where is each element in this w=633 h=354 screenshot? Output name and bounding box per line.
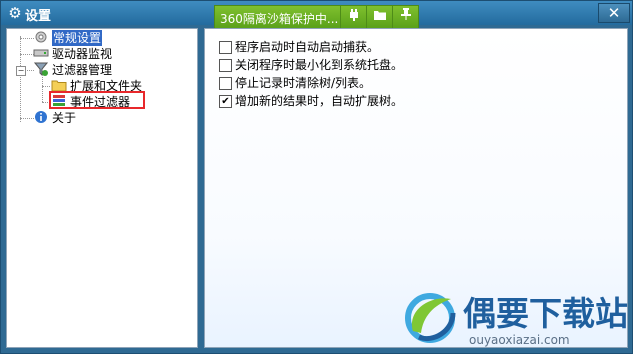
checkbox[interactable]: ✔ — [219, 95, 232, 108]
collapse-toggle[interactable]: − — [16, 66, 26, 76]
option-auto-capture-label: 程序启动时自动启动捕获。 — [235, 40, 380, 54]
checkbox[interactable] — [219, 41, 232, 54]
option-minimize-tray-label: 关闭程序时最小化到系统托盘。 — [235, 58, 404, 72]
option-auto-expand-label: 增加新的结果时，自动扩展树。 — [235, 94, 404, 108]
tree-item-about[interactable]: 关于 — [33, 110, 173, 126]
gear-icon — [33, 30, 49, 46]
tree-item-filter-manager-label: 过滤器管理 — [52, 63, 113, 77]
info-icon — [33, 110, 49, 126]
option-auto-expand[interactable]: ✔ 增加新的结果时，自动扩展树。 — [219, 93, 519, 109]
checkbox[interactable] — [219, 77, 232, 90]
drive-icon — [33, 46, 49, 62]
brand-logo-icon — [405, 293, 456, 343]
brand-url: ouyaoxiazai.com — [469, 333, 570, 347]
tree-item-drive-monitor[interactable]: 驱动器监视 — [33, 46, 173, 62]
pin-icon[interactable] — [392, 6, 419, 28]
folder-icon[interactable] — [366, 6, 393, 28]
tree-item-drive-monitor-label: 驱动器监视 — [52, 47, 113, 61]
tree-connector — [20, 36, 21, 122]
filter-icon — [33, 62, 49, 78]
tree-connector — [20, 54, 34, 55]
close-button[interactable]: ✕ — [598, 3, 630, 23]
option-clear-on-stop-label: 停止记录时清除树/列表。 — [235, 76, 372, 90]
sandbox-status-label: 360隔离沙箱保护中... — [220, 12, 339, 26]
tree-item-general-label: 常规设置 — [52, 30, 103, 46]
tree-item-filter-manager[interactable]: 过滤器管理 — [33, 62, 173, 78]
tree-connector — [20, 38, 34, 39]
sandbox-banner: 360隔离沙箱保护中... — [214, 5, 419, 29]
checkbox[interactable] — [219, 59, 232, 72]
option-clear-on-stop[interactable]: 停止记录时清除树/列表。 — [219, 75, 519, 91]
settings-gear-icon: ⚙ — [8, 4, 22, 22]
tree-connector — [42, 86, 50, 87]
settings-window: ⚙ 设置 ✕ 360隔离沙箱保护中... 常规设置 驱动器监视 − 过滤器管理 … — [0, 0, 633, 354]
highlight-box — [49, 91, 145, 109]
settings-tree[interactable]: 常规设置 驱动器监视 − 过滤器管理 扩展和文件夹 事件过滤器 关于 — [6, 28, 198, 348]
option-auto-capture[interactable]: 程序启动时自动启动捕获。 — [219, 39, 519, 55]
brand-name: 偶要下载站 — [463, 294, 628, 333]
window-title: 设置 — [25, 9, 52, 24]
watermark: 偶要下载站 ouyaoxiazai.com — [399, 283, 629, 353]
option-minimize-tray[interactable]: 关闭程序时最小化到系统托盘。 — [219, 57, 519, 73]
tree-connector — [20, 118, 34, 119]
tree-item-general[interactable]: 常规设置 — [33, 30, 173, 46]
tree-item-about-label: 关于 — [52, 111, 77, 125]
tree-connector — [42, 77, 43, 102]
plugin-icon[interactable] — [340, 6, 367, 28]
